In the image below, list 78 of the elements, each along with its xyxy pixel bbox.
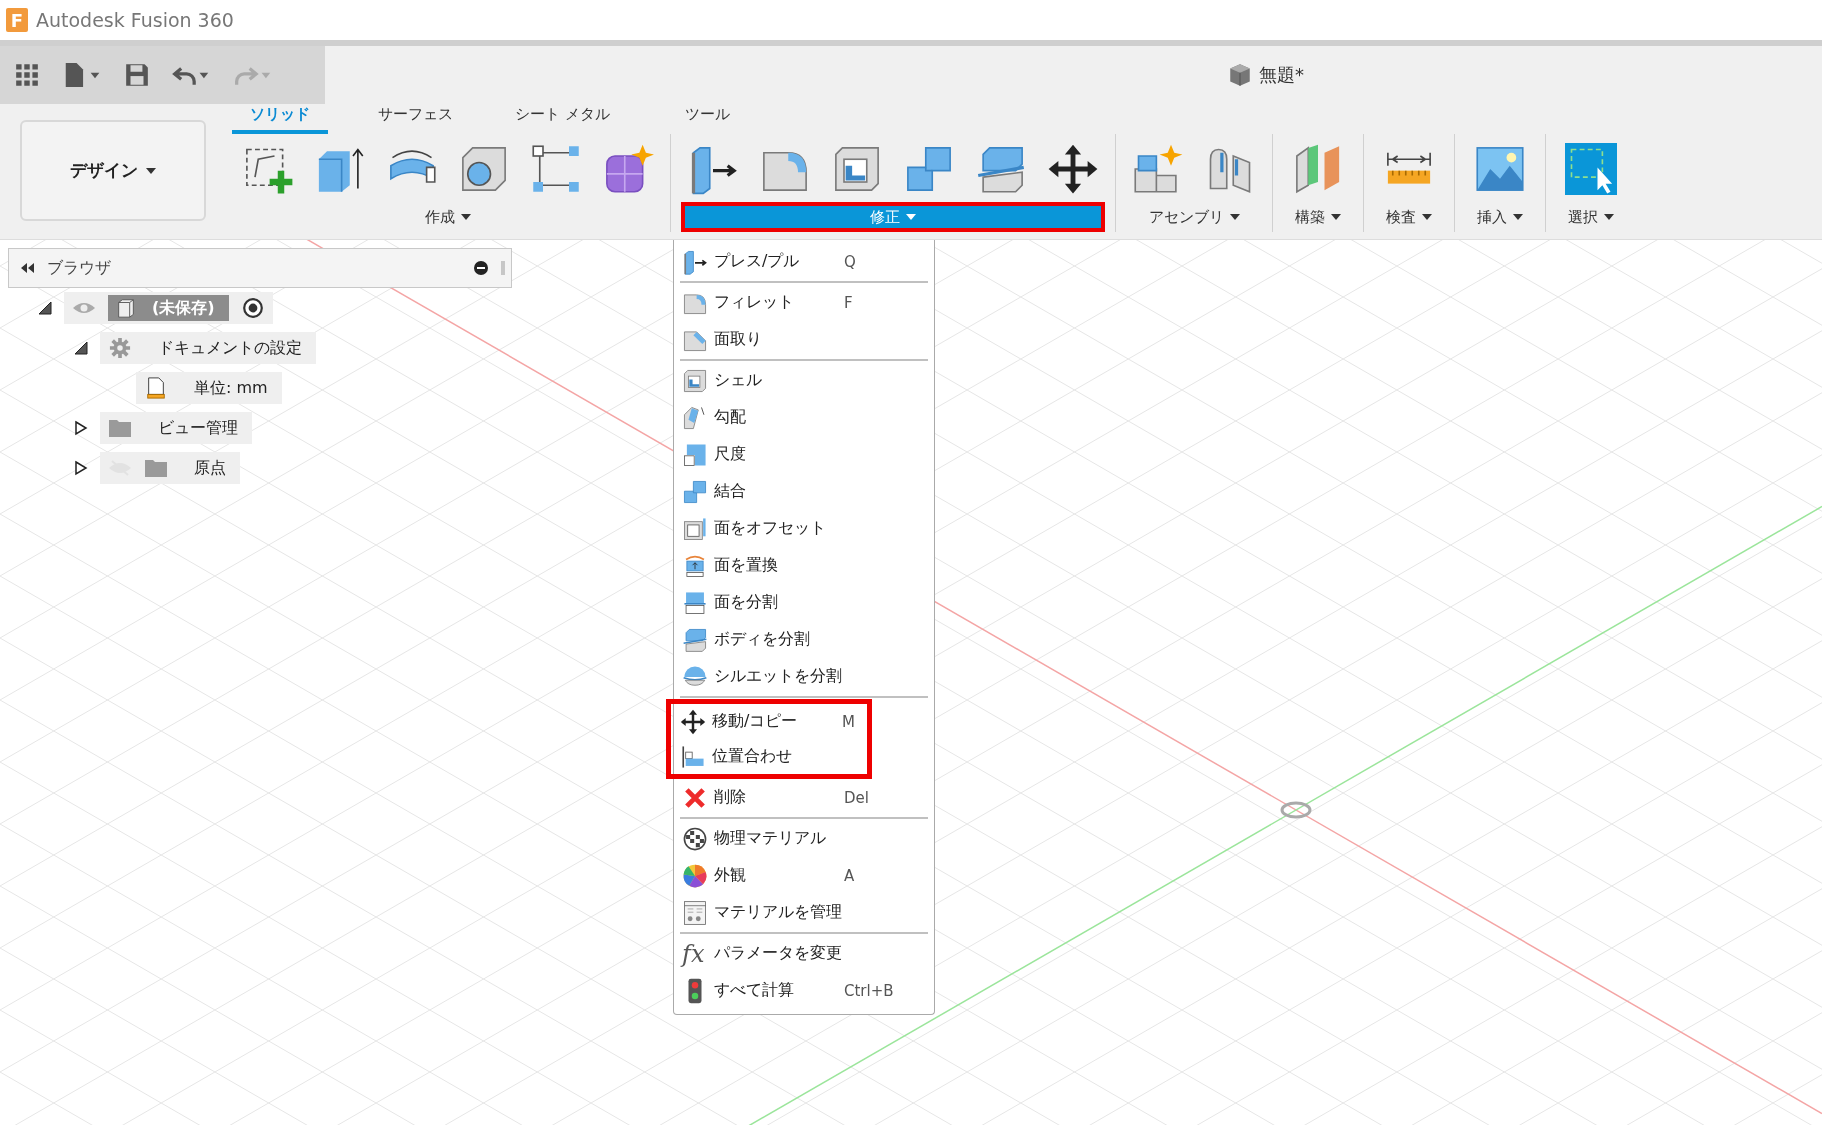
- presspull-icon: [682, 248, 708, 275]
- caret-icon: [146, 167, 156, 174]
- expand-toggle-icon[interactable]: [73, 460, 89, 476]
- group-dropdown[interactable]: 挿入: [1465, 202, 1535, 232]
- cube-icon: [1227, 62, 1253, 88]
- ribbon-tab[interactable]: シート メタル: [503, 105, 622, 134]
- menu-item[interactable]: すべて計算 Ctrl+B: [680, 972, 928, 1009]
- menu-item[interactable]: フィレット F: [680, 284, 928, 321]
- offset-face-icon: [682, 515, 708, 542]
- menu-item[interactable]: 位置合わせ: [678, 739, 867, 774]
- menu-item[interactable]: 面を置換: [680, 547, 928, 584]
- gear-icon: [108, 337, 132, 359]
- move-arrows-icon: [680, 708, 706, 735]
- tree-item[interactable]: 原点: [100, 452, 240, 484]
- menu-item[interactable]: 勾配: [680, 399, 928, 436]
- group-dropdown[interactable]: 検査: [1374, 202, 1444, 232]
- menu-item[interactable]: シルエットを分割: [680, 658, 928, 695]
- workspace-dropdown[interactable]: デザイン: [20, 120, 206, 221]
- document-title: 無題*: [1259, 63, 1304, 87]
- menu-item[interactable]: 外観 A: [680, 857, 928, 894]
- scale-icon: [682, 441, 708, 468]
- new-component-icon[interactable]: [1132, 143, 1184, 195]
- collapse-icon[interactable]: [19, 262, 35, 274]
- minus-circle-icon[interactable]: [473, 260, 489, 276]
- menu-item[interactable]: 面をオフセット: [680, 510, 928, 547]
- menu-item[interactable]: プレス/プル Q: [680, 243, 928, 280]
- menu-item[interactable]: 削除 Del: [680, 779, 928, 816]
- expand-toggle-icon[interactable]: [37, 300, 53, 316]
- app-logo: F: [6, 8, 28, 32]
- caret-icon: [1604, 214, 1614, 220]
- expand-toggle-icon[interactable]: [73, 340, 89, 356]
- tree-item[interactable]: ドキュメントの設定: [100, 332, 316, 364]
- function-icon: fx: [682, 939, 708, 968]
- menu-item[interactable]: 面を分割: [680, 584, 928, 621]
- menu-item[interactable]: シェル: [680, 362, 928, 399]
- split-face-icon: [682, 589, 708, 616]
- folder-icon: [144, 457, 168, 479]
- tree-item[interactable]: ビュー管理: [100, 412, 252, 444]
- caret-icon: [1422, 214, 1432, 220]
- tree-item[interactable]: 単位: mm: [136, 372, 282, 404]
- ribbon-tab[interactable]: サーフェス: [366, 105, 465, 134]
- menu-item[interactable]: fx パラメータを変更: [680, 935, 928, 972]
- menu-item[interactable]: 面取り: [680, 321, 928, 358]
- menu-item[interactable]: 移動/コピー M: [678, 704, 867, 739]
- group-dropdown[interactable]: 選択: [1556, 202, 1626, 232]
- caret-icon: [906, 214, 916, 220]
- menu-item[interactable]: マテリアルを管理: [680, 894, 928, 931]
- combined-boxes-icon: [682, 478, 708, 505]
- grid-menu-icon[interactable]: [14, 62, 40, 88]
- move-arrows-icon[interactable]: [1047, 143, 1099, 195]
- split-body-icon: [682, 626, 708, 653]
- caret-icon: [1229, 214, 1240, 220]
- group-dropdown[interactable]: 作成: [236, 202, 660, 232]
- expand-toggle-icon[interactable]: [73, 420, 89, 436]
- panel-title: ブラウザ: [47, 257, 112, 279]
- caret-icon: [1331, 214, 1341, 220]
- caret-icon: [1513, 214, 1523, 220]
- material-library-icon: [682, 899, 708, 926]
- menu-item[interactable]: 物理マテリアル: [680, 820, 928, 857]
- checkered-sphere-icon: [682, 825, 708, 852]
- radio-button[interactable]: [240, 297, 265, 319]
- group-dropdown[interactable]: アセンブリ: [1126, 202, 1262, 232]
- folder-icon: [108, 417, 132, 439]
- document-ruler-icon: [144, 377, 168, 399]
- draft-icon: [682, 404, 708, 431]
- menu-item[interactable]: 結合: [680, 473, 928, 510]
- shell-box-icon: [682, 367, 708, 394]
- menu-item[interactable]: 尺度: [680, 436, 928, 473]
- selection-cursor-icon[interactable]: [1565, 143, 1617, 195]
- save-icon[interactable]: [124, 62, 150, 88]
- caret-icon: [461, 214, 471, 220]
- app-title: Autodesk Fusion 360: [36, 9, 234, 31]
- pattern-squares-icon[interactable]: [530, 143, 582, 195]
- group-dropdown[interactable]: 構築: [1283, 202, 1353, 232]
- menu-item[interactable]: ボディを分割: [680, 621, 928, 658]
- align-icon: [680, 743, 706, 770]
- color-wheel-icon: [682, 862, 708, 889]
- ribbon-tab[interactable]: ツール: [659, 105, 756, 134]
